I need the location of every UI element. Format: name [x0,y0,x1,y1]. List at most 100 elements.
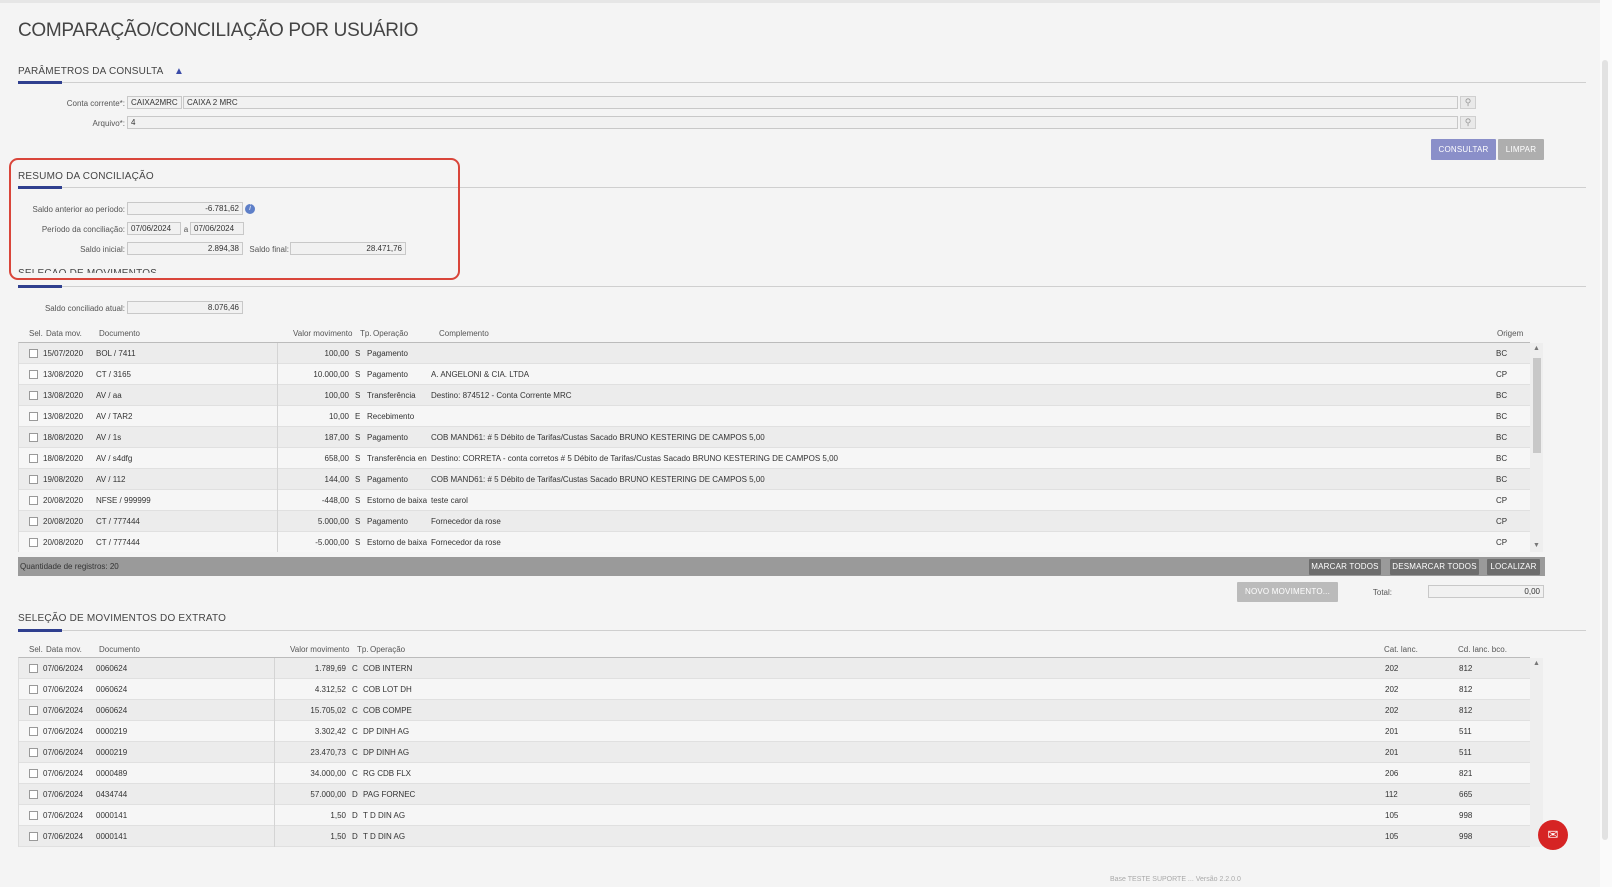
table-row[interactable]: 13/08/2020 AV / TAR2 10,00 E Recebimento BC [19,406,1530,427]
cell-operacao: T D DIN AG [363,811,406,820]
table-row[interactable]: 13/08/2020 CT / 3165 10.000,00 S Pagamento A.… [19,364,1530,385]
cell-documento: 0060624 [96,706,128,715]
cell-operacao: T D DIN AG [363,832,406,841]
cell-documento: CT / 777444 [96,517,140,526]
table-row[interactable]: 20/08/2020 CT / 777444 5.000,00 S Pagamento F… [19,511,1530,532]
cell-operacao: Estorno de baixa [367,538,427,547]
scroll-down-icon[interactable]: ▼ [1530,542,1543,549]
table-row[interactable]: 07/06/2024 0000489 34.000,00 C RG CDB FLX 206… [19,763,1530,784]
row-checkbox[interactable] [29,790,38,799]
row-checkbox[interactable] [29,412,38,421]
cell-tp: S [355,370,361,379]
cell-cat-lanc: 201 [1385,748,1399,757]
marcar-todos-button[interactable]: MARCAR TODOS [1309,559,1381,575]
cell-valor: -448,00 [321,496,349,505]
table-row[interactable]: 07/06/2024 0434744 57.000,00 D PAG FORNEC 112… [19,784,1530,805]
cell-data-mov: 13/08/2020 [43,370,84,379]
table-row[interactable]: 07/06/2024 0000141 1,50 D T D DIN AG 105 998 [19,805,1530,826]
table-row[interactable]: 13/08/2020 AV / aa 100,00 S Transferência Des… [19,385,1530,406]
scroll-thumb[interactable] [1533,358,1541,453]
row-checkbox[interactable] [29,832,38,841]
row-checkbox[interactable] [29,349,38,358]
row-checkbox[interactable] [29,370,38,379]
row-checkbox[interactable] [29,433,38,442]
cell-data-mov: 20/08/2020 [43,538,84,547]
table-row[interactable]: 20/08/2020 NFSE / 999999 -448,00 S Estorno d… [19,490,1530,511]
arquivo-field[interactable]: 4 [127,116,1458,129]
row-checkbox[interactable] [29,454,38,463]
column-divider [274,763,275,784]
localizar-button[interactable]: LOCALIZAR [1487,559,1540,575]
row-checkbox[interactable] [29,685,38,694]
cell-operacao: Pagamento [367,370,408,379]
highlight-annotation-box [9,158,460,280]
cell-operacao: Pagamento [367,517,408,526]
cell-operacao: DP DINH AG [363,727,410,736]
cell-tp: C [352,769,358,778]
consultar-button[interactable]: CONSULTAR [1431,139,1496,160]
movimentos-scrollbar[interactable]: ▲ ▼ [1530,343,1543,552]
table-row[interactable]: 07/06/2024 0000219 23.470,73 C DP DINH AG 201… [19,742,1530,763]
total-label: Total: [1372,588,1392,597]
row-checkbox[interactable] [29,706,38,715]
desmarcar-todos-button[interactable]: DESMARCAR TODOS [1390,559,1479,575]
cell-data-mov: 07/06/2024 [43,811,84,820]
quantidade-registros: Quantidade de registros: 20 [20,562,119,571]
limpar-button[interactable]: LIMPAR [1498,139,1544,160]
cell-complemento: Fornecedor da rose [431,517,501,526]
conta-corrente-code-field[interactable]: CAIXA2MRC [127,96,182,109]
table-row[interactable]: 07/06/2024 0000219 3.302,42 C DP DINH AG 201 5… [19,721,1530,742]
arquivo-lookup-button[interactable]: ⚲ [1460,116,1476,129]
cell-cat-lanc: 105 [1385,811,1399,820]
scroll-up-icon[interactable]: ▲ [1530,660,1543,667]
chat-icon[interactable]: ✉ [1538,820,1568,850]
cell-origem: BC [1496,433,1508,442]
row-checkbox[interactable] [29,664,38,673]
table-row[interactable]: 15/07/2020 BOL / 7411 100,00 S Pagamento BC [19,343,1530,364]
ext-header-operacao: Operação [370,645,406,654]
ext-header-documento: Documento [99,645,140,654]
table-row[interactable]: 19/08/2020 AV / 112 144,00 S Pagamento COB MA… [19,469,1530,490]
conta-corrente-name-field[interactable]: CAIXA 2 MRC [183,96,1458,109]
row-checkbox[interactable] [29,748,38,757]
cell-valor: 1,50 [330,832,346,841]
table-row[interactable]: 18/08/2020 AV / s4dfg 658,00 S Transferência… [19,448,1530,469]
row-checkbox[interactable] [29,496,38,505]
cell-cat-lanc: 112 [1385,790,1398,799]
cell-data-mov: 15/07/2020 [43,349,84,358]
section-rule-extrato [18,629,1586,632]
cell-documento: AV / TAR2 [96,412,133,421]
row-checkbox[interactable] [29,475,38,484]
row-checkbox[interactable] [29,391,38,400]
cell-valor: 658,00 [324,454,349,463]
page-scroll-thumb[interactable] [1602,60,1608,840]
cell-documento: AV / 112 [96,475,126,484]
cell-data-mov: 18/08/2020 [43,433,84,442]
cell-operacao: PAG FORNEC [363,790,416,799]
home-icon[interactable]: ▲ [174,66,184,77]
cell-cd-lanc-bco: 821 [1459,769,1473,778]
table-row[interactable]: 07/06/2024 0060624 4.312,52 C COB LOT DH 202 8… [19,679,1530,700]
novo-movimento-button[interactable]: NOVO MOVIMENTO... [1237,582,1338,602]
table-row[interactable]: 07/06/2024 0060624 15.705,02 C COB COMPE 202 8… [19,700,1530,721]
table-row[interactable]: 07/06/2024 0060624 1.789,69 C COB INTERN 202 8… [19,658,1530,679]
top-border [0,0,1612,3]
row-checkbox[interactable] [29,769,38,778]
row-checkbox[interactable] [29,538,38,547]
extrato-scrollbar[interactable]: ▲ [1530,658,1543,847]
table-row[interactable]: 20/08/2020 CT / 777444 -5.000,00 S Estorno d… [19,532,1530,552]
scroll-up-icon[interactable]: ▲ [1530,345,1543,352]
table-row[interactable]: 18/08/2020 AV / 1s 187,00 S Pagamento COB MAN… [19,427,1530,448]
section-title-parametros-label: PARÂMETROS DA CONSULTA [18,66,163,77]
table-row[interactable]: 07/06/2024 0000141 1,50 D T D DIN AG 105 998 [19,826,1530,847]
page-scrollbar[interactable] [1600,0,1612,887]
conta-lookup-button[interactable]: ⚲ [1460,96,1476,109]
column-divider [274,742,275,763]
row-checkbox[interactable] [29,517,38,526]
row-checkbox[interactable] [29,727,38,736]
column-divider [277,364,278,385]
cell-cd-lanc-bco: 665 [1459,790,1473,799]
cell-valor: 5.000,00 [317,517,349,526]
row-checkbox[interactable] [29,811,38,820]
cell-tp: C [352,748,358,757]
